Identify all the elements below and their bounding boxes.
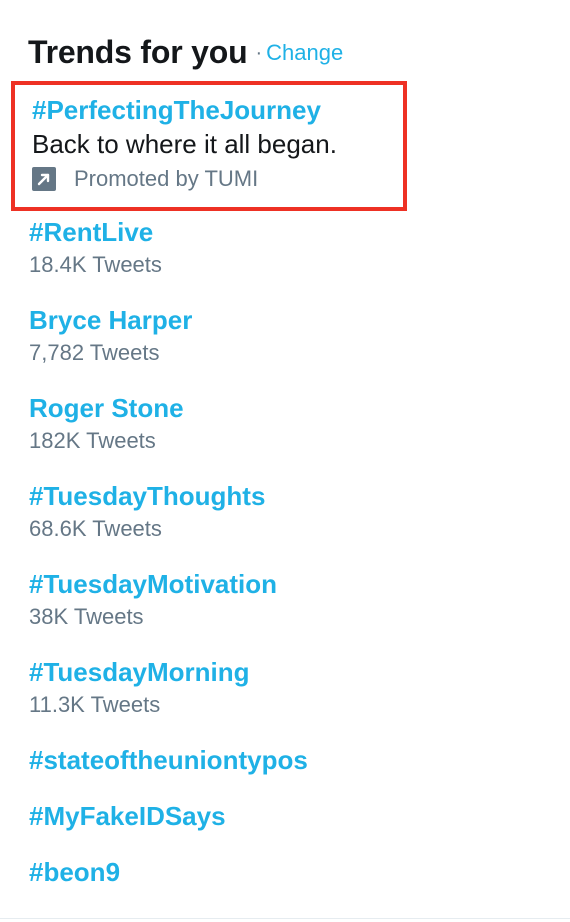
promoted-trend-description: Back to where it all began.: [32, 129, 337, 159]
trend-name[interactable]: #RentLive: [29, 217, 162, 248]
trend-tweet-count: 18.4K Tweets: [29, 252, 162, 277]
panel-divider: [0, 918, 570, 919]
trend-name[interactable]: #beon9: [29, 857, 120, 888]
trend-name[interactable]: #stateoftheuniontypos: [29, 745, 308, 776]
trend-item[interactable]: Roger Stone 182K Tweets: [29, 393, 184, 454]
promoted-label: Promoted by TUMI: [32, 166, 258, 192]
trends-title: Trends for you: [28, 34, 248, 70]
trend-item[interactable]: #stateoftheuniontypos: [29, 745, 308, 776]
trend-item[interactable]: #RentLive 18.4K Tweets: [29, 217, 162, 278]
trend-name[interactable]: #MyFakeIDSays: [29, 801, 226, 832]
trend-tweet-count: 7,782 Tweets: [29, 340, 160, 365]
trends-panel: Trends for you · Change #PerfectingTheJour…: [0, 0, 570, 922]
trend-item[interactable]: #MyFakeIDSays: [29, 801, 226, 832]
trend-item[interactable]: #TuesdayMorning 11.3K Tweets: [29, 657, 250, 718]
trend-name[interactable]: Roger Stone: [29, 393, 184, 424]
trend-name[interactable]: #TuesdayMorning: [29, 657, 250, 688]
trend-item[interactable]: #TuesdayMotivation 38K Tweets: [29, 569, 277, 630]
trend-name[interactable]: #TuesdayThoughts: [29, 481, 265, 512]
trend-item[interactable]: #TuesdayThoughts 68.6K Tweets: [29, 481, 265, 542]
trend-name[interactable]: #TuesdayMotivation: [29, 569, 277, 600]
promoted-by-text: Promoted by TUMI: [74, 166, 259, 191]
trend-item[interactable]: #beon9: [29, 857, 120, 888]
header-separator: ·: [255, 42, 263, 64]
trend-tweet-count: 11.3K Tweets: [29, 692, 161, 717]
trends-header: Trends for you · Change: [28, 34, 343, 71]
trend-tweet-count: 182K Tweets: [29, 428, 156, 453]
trend-item[interactable]: Bryce Harper 7,782 Tweets: [29, 305, 192, 366]
change-link[interactable]: Change: [266, 40, 343, 65]
trend-tweet-count: 68.6K Tweets: [29, 516, 162, 541]
trend-name[interactable]: Bryce Harper: [29, 305, 192, 336]
promoted-trend-highlight[interactable]: #PerfectingTheJourney Back to where it a…: [11, 81, 407, 211]
promoted-trend-name[interactable]: #PerfectingTheJourney: [32, 95, 321, 126]
promoted-arrow-icon: [32, 167, 56, 191]
trend-tweet-count: 38K Tweets: [29, 604, 144, 629]
